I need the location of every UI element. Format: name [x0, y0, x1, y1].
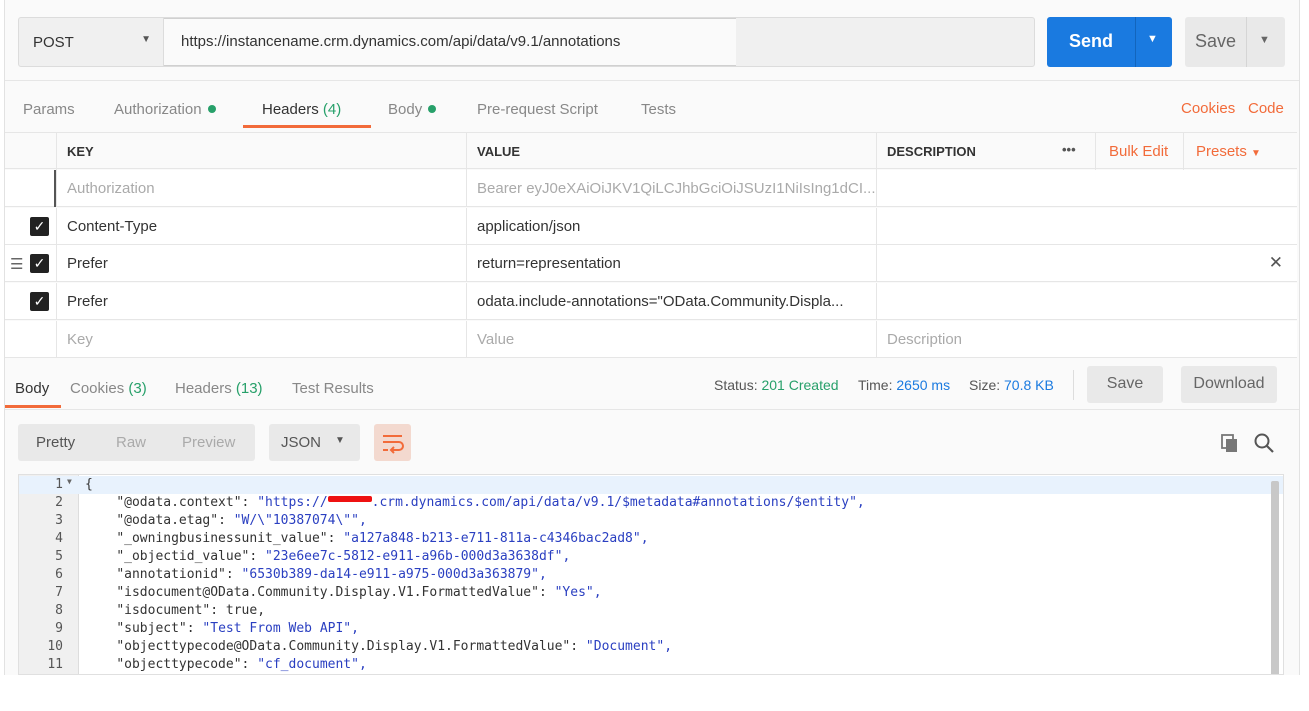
col-value: VALUE	[466, 133, 876, 170]
header-key[interactable]: Authorization	[56, 170, 466, 207]
code-line: 8 "isdocument": true,	[55, 603, 266, 618]
enabled-checkbox[interactable]: ✓	[30, 292, 49, 311]
code-line: 7 "isdocument@OData.Community.Display.V1…	[55, 585, 602, 600]
drag-handle-icon[interactable]: ☰	[10, 255, 23, 273]
method-select[interactable]: POST ▼	[18, 17, 166, 67]
tab-test-results[interactable]: Test Results	[292, 380, 374, 397]
copy-icon[interactable]	[1220, 433, 1240, 458]
table-row: ✓ Content-Type application/json	[5, 208, 1297, 245]
editor-scrollbar[interactable]	[1271, 481, 1279, 674]
download-button[interactable]: Download	[1181, 366, 1277, 403]
code-line: 6 "annotationid": "6530b389-da14-e911-a9…	[55, 567, 547, 582]
tab-body[interactable]: Body	[388, 101, 437, 118]
table-row: ☰ ✓ Prefer return=representation ✕	[5, 245, 1297, 282]
header-value[interactable]: application/json	[466, 208, 876, 245]
tab-response-body[interactable]: Body	[15, 380, 49, 397]
code-line: 10 "objecttypecode@OData.Community.Displ…	[47, 639, 673, 654]
response-body-editor[interactable]: 1 ▼ { 2 "@odata.context": "https://.crm.…	[18, 474, 1284, 675]
request-tabs: Params Authorization Headers (4) Body Pr…	[5, 80, 1299, 132]
enabled-checkbox[interactable]: ✓	[30, 217, 49, 236]
cookies-link[interactable]: Cookies	[1181, 100, 1235, 117]
wrap-lines-button[interactable]	[374, 424, 411, 461]
table-row: ✓ Prefer odata.include-annotations="ODat…	[5, 283, 1297, 320]
table-row: Authorization Bearer eyJ0eXAiOiJKV1QiLCJ…	[5, 170, 1297, 207]
new-value-input[interactable]: Value	[466, 321, 876, 358]
size-readout: Size: 70.8 KB	[969, 377, 1054, 393]
save-response-button[interactable]: Save	[1087, 366, 1163, 403]
wrap-lines-icon	[383, 435, 404, 454]
code-line: 9 "subject": "Test From Web API",	[55, 621, 359, 636]
new-description-input[interactable]: Description	[876, 321, 1297, 358]
fold-toggle-icon[interactable]: ▼	[67, 477, 72, 486]
format-select[interactable]: JSON ▼	[269, 424, 360, 461]
new-key-input[interactable]: Key	[56, 321, 466, 358]
header-description[interactable]	[876, 208, 1297, 245]
redaction-mark	[327, 496, 372, 502]
header-value[interactable]: return=representation	[466, 245, 876, 282]
header-key[interactable]: Prefer	[56, 283, 466, 320]
tab-tests[interactable]: Tests	[641, 101, 676, 118]
send-options-chevron-icon[interactable]: ▼	[1147, 33, 1158, 45]
save-options-chevron-icon[interactable]: ▼	[1259, 34, 1270, 46]
save-request-button[interactable]: Save ▼	[1185, 17, 1285, 67]
tab-response-headers[interactable]: Headers (13)	[175, 380, 263, 397]
code-line: 4 "_owningbusinessunit_value": "a127a848…	[55, 531, 649, 546]
response-bar: Body Cookies (3) Headers (13) Test Resul…	[5, 358, 1299, 410]
code-line: 2 "@odata.context": "https://.crm.dynami…	[55, 495, 865, 510]
header-value[interactable]: Bearer eyJ0eXAiOiJKV1QiLCJhbGciOiJSUzI1N…	[466, 170, 876, 207]
postman-window: POST ▼ https://instancename.crm.dynamics…	[4, 0, 1300, 675]
header-key[interactable]: Prefer	[56, 245, 466, 282]
header-key[interactable]: Content-Type	[56, 208, 466, 245]
chevron-down-icon: ▼	[1251, 148, 1261, 159]
format-label: JSON	[281, 434, 322, 451]
code-line: 1 ▼ {	[19, 476, 1283, 494]
tab-response-cookies[interactable]: Cookies (3)	[70, 380, 147, 397]
table-row-new: Key Value Description	[5, 321, 1297, 358]
table-header-row: KEY VALUE DESCRIPTION ••• Bulk Edit Pres…	[5, 132, 1297, 170]
method-label: POST	[33, 34, 74, 51]
header-description[interactable]: ✕	[876, 245, 1297, 282]
save-label: Save	[1195, 31, 1237, 51]
col-key: KEY	[56, 133, 466, 170]
code-link[interactable]: Code	[1248, 100, 1284, 117]
header-description[interactable]	[876, 170, 1297, 207]
active-tab-indicator	[243, 125, 371, 128]
url-text: https://instancename.crm.dynamics.com/ap…	[181, 33, 621, 50]
chevron-down-icon: ▼	[141, 34, 151, 45]
code-line: 5 "_objectid_value": "23e6ee7c-5812-e911…	[55, 549, 571, 564]
tab-params[interactable]: Params	[23, 101, 75, 118]
close-icon[interactable]: ✕	[1269, 253, 1283, 273]
send-button[interactable]: Send ▼	[1047, 17, 1172, 67]
send-label: Send	[1069, 31, 1114, 51]
view-pretty-button[interactable]: Pretty	[36, 434, 75, 451]
chevron-down-icon: ▼	[335, 435, 345, 446]
header-value[interactable]: odata.include-annotations="OData.Communi…	[466, 283, 876, 320]
tab-authorization[interactable]: Authorization	[114, 101, 216, 118]
search-icon[interactable]	[1253, 432, 1275, 459]
code-line: 11 "objecttypecode": "cf_document",	[47, 657, 367, 672]
status-readout: Status: 201 Created	[714, 377, 839, 393]
status-dot-icon	[428, 105, 437, 113]
tab-headers[interactable]: Headers (4)	[262, 101, 341, 118]
code-line: 3 "@odata.etag": "W/\"10387074\"",	[55, 513, 367, 528]
tab-prerequest-script[interactable]: Pre-request Script	[477, 101, 598, 118]
view-preview-button[interactable]: Preview	[182, 434, 235, 451]
header-description[interactable]	[876, 283, 1297, 320]
time-readout: Time: 2650 ms	[858, 377, 951, 393]
active-tab-indicator	[5, 405, 61, 408]
status-dot-icon	[207, 105, 216, 113]
view-raw-button[interactable]: Raw	[116, 434, 146, 451]
url-input[interactable]: https://instancename.crm.dynamics.com/ap…	[163, 17, 1035, 67]
enabled-checkbox[interactable]: ✓	[30, 254, 49, 273]
view-mode-toggle: Pretty Raw Preview	[18, 424, 255, 461]
